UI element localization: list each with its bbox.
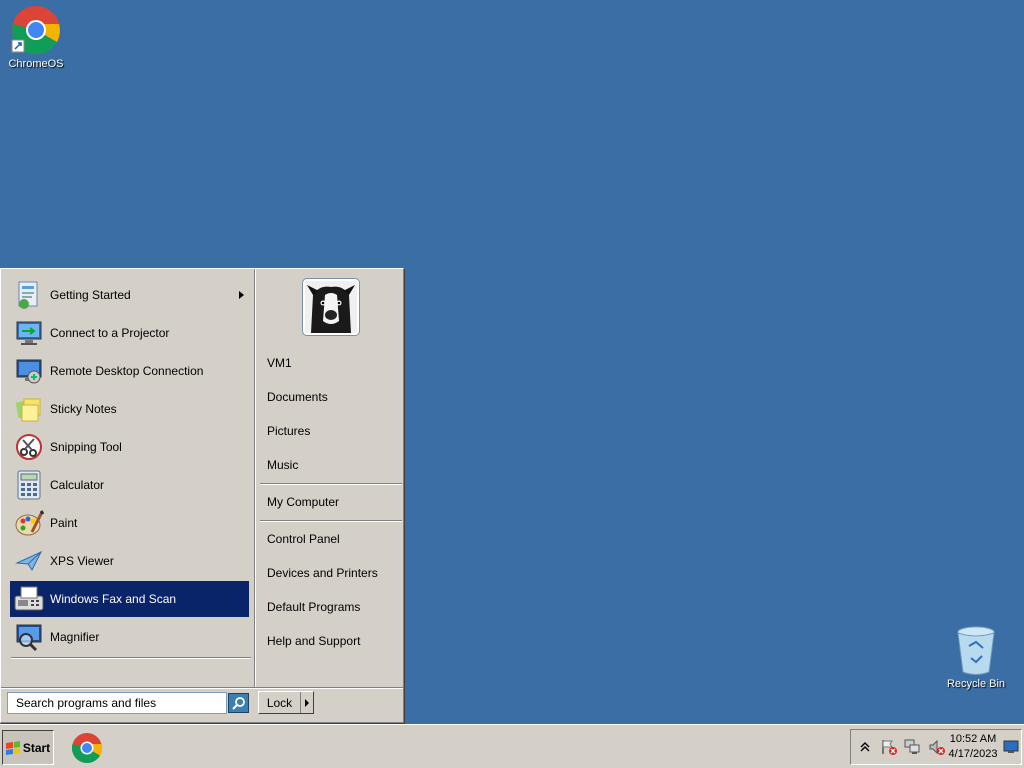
place-documents[interactable]: Documents [260,383,400,411]
place-label: VM1 [267,356,292,370]
program-label: Snipping Tool [50,440,122,454]
submenu-arrow-icon [239,291,244,299]
volume-muted-icon[interactable] [927,737,947,757]
taskbar: Start 10:52 AM 4/17/2023 [0,724,1024,768]
program-windows-fax-scan[interactable]: Windows Fax and Scan [10,581,249,617]
program-label: Connect to a Projector [50,326,170,340]
recycle-bin-icon [957,626,995,675]
program-connect-projector[interactable]: Connect to a Projector [10,315,249,351]
bottom-separator [1,687,403,689]
place-help-support[interactable]: Help and Support [260,627,400,655]
taskbar-chrome-button[interactable] [70,731,104,765]
program-label: Windows Fax and Scan [50,592,177,606]
program-label: Getting Started [50,288,131,302]
program-paint[interactable]: Paint [10,505,249,541]
program-label: XPS Viewer [50,554,114,568]
places-separator [260,483,402,485]
desktop-icon-chromeos[interactable]: ChromeOS [0,4,72,70]
place-label: Default Programs [267,600,361,614]
show-desktop-icon[interactable] [1003,740,1019,754]
start-button[interactable]: Start [2,730,54,765]
clock-time: 10:52 AM [949,733,997,745]
program-snipping-tool[interactable]: Snipping Tool [10,429,249,465]
program-sticky-notes[interactable]: Sticky Notes [10,391,249,427]
scissors-icon [12,430,46,464]
start-label: Start [22,740,51,755]
remote-desktop-icon [12,354,46,388]
program-remote-desktop[interactable]: Remote Desktop Connection [10,353,249,389]
show-hidden-icons-chevron-icon[interactable] [855,737,875,757]
program-label: Magnifier [50,630,100,644]
paint-palette-icon [12,506,46,540]
program-label: Calculator [50,478,105,492]
place-my-computer[interactable]: My Computer [260,488,400,516]
chrome-icon [11,6,60,55]
program-label: Remote Desktop Connection [50,364,204,378]
place-label: Control Panel [267,532,340,546]
magnifier-icon [12,620,46,654]
pane-divider [254,269,256,687]
program-label: Sticky Notes [50,402,117,416]
fax-icon [12,582,46,616]
place-label: Devices and Printers [267,566,378,580]
windows-flag-icon [5,740,20,755]
projector-icon [12,316,46,350]
getting-started-icon [12,278,46,312]
sticky-notes-icon [12,392,46,426]
programs-pane: Getting Started Connect to a Projector R… [3,271,254,687]
program-xps-viewer[interactable]: XPS Viewer [10,543,249,579]
place-label: Music [267,458,299,472]
desktop-icon-label: Recycle Bin [946,678,1006,690]
system-tray: 10:52 AM 4/17/2023 [850,729,1022,765]
network-icon[interactable] [903,737,923,757]
user-avatar[interactable] [303,279,359,335]
action-center-flag-icon[interactable] [879,737,899,757]
chrome-icon [71,733,103,764]
place-label: Documents [267,390,328,404]
place-label: Pictures [267,424,311,438]
clock[interactable]: 10:52 AM 4/17/2023 [947,732,999,762]
search-button[interactable] [228,693,249,713]
programs-separator [11,657,251,659]
places-separator [260,520,402,522]
xps-viewer-icon [12,544,46,578]
place-pictures[interactable]: Pictures [260,417,400,445]
place-devices-printers[interactable]: Devices and Printers [260,559,400,587]
desktop-icon-label: ChromeOS [8,58,64,70]
search-input[interactable] [7,692,227,714]
places-pane: VM1 Documents Pictures Music My Computer… [257,271,403,687]
desktop-icon-recycle-bin[interactable]: Recycle Bin [940,626,1012,690]
calculator-icon [12,468,46,502]
dog-avatar-icon [305,281,357,333]
place-label: My Computer [267,495,340,509]
program-getting-started[interactable]: Getting Started [10,277,249,313]
place-default-programs[interactable]: Default Programs [260,593,400,621]
search-icon [231,697,245,710]
program-magnifier[interactable]: Magnifier [10,619,249,655]
place-user-vm1[interactable]: VM1 [260,349,400,377]
place-music[interactable]: Music [260,451,400,479]
clock-date: 4/17/2023 [948,748,998,760]
place-control-panel[interactable]: Control Panel [260,525,400,553]
start-menu: Getting Started Connect to a Projector R… [0,268,404,723]
lock-options-arrow-icon[interactable] [305,698,309,707]
program-calculator[interactable]: Calculator [10,467,249,503]
place-label: Help and Support [267,634,361,648]
lock-label: Lock [259,692,301,713]
lock-button[interactable]: Lock [258,691,314,714]
program-label: Paint [50,516,78,530]
